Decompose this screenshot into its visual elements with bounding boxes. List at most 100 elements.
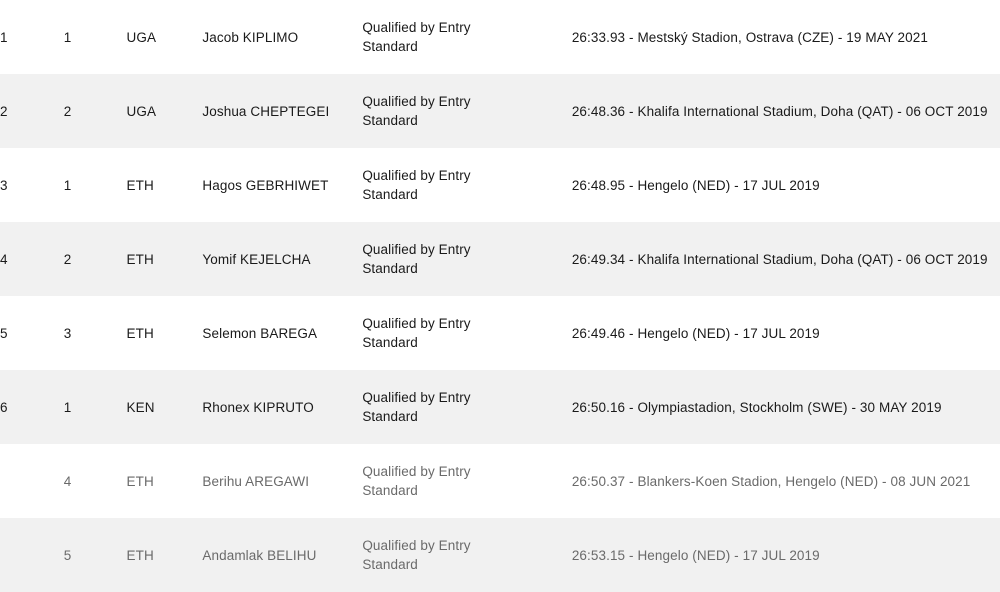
cell-performance: 26:50.16 - Olympiastadion, Stockholm (SW… [572, 370, 1000, 444]
cell-athlete-name-text: Rhonex KIPRUTO [202, 399, 314, 415]
cell-national-rank-text: 4 [63, 473, 72, 489]
cell-qualification-text: Qualified by Entry Standard [362, 316, 471, 350]
cell-place-text: 2 [0, 103, 8, 119]
table-row[interactable]: 5 ETH Andamlak BELIHU Qualified by Entry St… [0, 518, 1000, 592]
cell-performance-text: 26:49.34 - Khalifa International Stadium… [571, 251, 988, 267]
cell-performance-text: 26:48.95 - Hengelo (NED) - 17 JUL 2019 [571, 177, 820, 193]
cell-country: ETH [127, 444, 203, 518]
cell-place: 2 [0, 74, 64, 148]
table-row[interactable]: 6 1 KEN Rhonex KIPRUTO Qualified by Entry St… [0, 370, 1000, 444]
cell-country-text: KEN [126, 399, 155, 415]
cell-place: 4 [0, 222, 64, 296]
cell-athlete-name-text: Hagos GEBRHIWET [202, 177, 329, 193]
cell-national-rank: 4 [64, 444, 127, 518]
cell-performance: 26:49.34 - Khalifa International Stadium… [572, 222, 1000, 296]
cell-performance: 26:53.15 - Hengelo (NED) - 17 JUL 2019 [572, 518, 1000, 592]
cell-country: ETH [127, 148, 203, 222]
cell-athlete-name-text: Jacob KIPLIMO [202, 29, 299, 45]
cell-national-rank-text: 5 [63, 547, 72, 563]
cell-national-rank: 5 [64, 518, 127, 592]
cell-qualification: Qualified by Entry Standard [362, 0, 572, 74]
cell-athlete-name: Berihu AREGAWI [202, 444, 362, 518]
cell-country-text: ETH [126, 251, 154, 267]
cell-place-text: 1 [0, 29, 8, 45]
cell-qualification-text: Qualified by Entry Standard [362, 464, 471, 498]
cell-performance-text: 26:53.15 - Hengelo (NED) - 17 JUL 2019 [571, 547, 820, 563]
cell-place: 6 [0, 370, 64, 444]
cell-place-text: 5 [0, 325, 8, 341]
cell-national-rank-text: 2 [63, 103, 72, 119]
cell-national-rank: 1 [64, 370, 127, 444]
cell-performance: 26:48.95 - Hengelo (NED) - 17 JUL 2019 [572, 148, 1000, 222]
cell-country: ETH [127, 222, 203, 296]
cell-national-rank: 1 [64, 0, 127, 74]
cell-place-text: 4 [0, 251, 8, 267]
cell-qualification: Qualified by Entry Standard [362, 296, 572, 370]
cell-country-text: UGA [126, 103, 157, 119]
cell-performance-text: 26:50.16 - Olympiastadion, Stockholm (SW… [571, 399, 942, 415]
cell-place-text: 3 [0, 177, 8, 193]
qualification-start-list-table: 1 1 UGA Jacob KIPLIMO Qualified by Entry Sta… [0, 0, 1000, 592]
cell-country-text: UGA [126, 29, 157, 45]
cell-athlete-name-text: Joshua CHEPTEGEI [202, 103, 330, 119]
cell-qualification-text: Qualified by Entry Standard [362, 390, 471, 424]
table-row[interactable]: 2 2 UGA Joshua CHEPTEGEI Qualified by Entry … [0, 74, 1000, 148]
cell-qualification-text: Qualified by Entry Standard [362, 242, 471, 276]
cell-performance: 26:33.93 - Mestský Stadion, Ostrava (CZE… [572, 0, 1000, 74]
cell-qualification-text: Qualified by Entry Standard [362, 20, 471, 54]
cell-performance: 26:48.36 - Khalifa International Stadium… [572, 74, 1000, 148]
cell-national-rank: 2 [64, 222, 127, 296]
cell-national-rank-text: 3 [63, 325, 72, 341]
cell-athlete-name: Hagos GEBRHIWET [202, 148, 362, 222]
table-row[interactable]: 4 2 ETH Yomif KEJELCHA Qualified by Entry St… [0, 222, 1000, 296]
table-row[interactable]: 3 1 ETH Hagos GEBRHIWET Qualified by Entry S… [0, 148, 1000, 222]
cell-national-rank-text: 2 [63, 251, 72, 267]
cell-national-rank: 3 [64, 296, 127, 370]
table-row[interactable]: 1 1 UGA Jacob KIPLIMO Qualified by Entry Sta… [0, 0, 1000, 74]
cell-country: UGA [127, 0, 203, 74]
cell-national-rank-text: 1 [63, 177, 72, 193]
cell-athlete-name: Rhonex KIPRUTO [202, 370, 362, 444]
cell-qualification: Qualified by Entry Standard [362, 518, 572, 592]
cell-place [0, 444, 64, 518]
cell-performance-text: 26:48.36 - Khalifa International Stadium… [571, 103, 988, 119]
cell-athlete-name: Selemon BAREGA [202, 296, 362, 370]
cell-place: 5 [0, 296, 64, 370]
cell-performance-text: 26:49.46 - Hengelo (NED) - 17 JUL 2019 [571, 325, 820, 341]
table-body: 1 1 UGA Jacob KIPLIMO Qualified by Entry Sta… [0, 0, 1000, 592]
cell-athlete-name-text: Yomif KEJELCHA [202, 251, 311, 267]
cell-athlete-name: Andamlak BELIHU [202, 518, 362, 592]
cell-performance-text: 26:33.93 - Mestský Stadion, Ostrava (CZE… [571, 29, 928, 45]
cell-country-text: ETH [126, 473, 154, 489]
cell-performance-text: 26:50.37 - Blankers-Koen Stadion, Hengel… [571, 473, 971, 489]
cell-country-text: ETH [126, 177, 154, 193]
cell-country-text: ETH [126, 547, 154, 563]
cell-national-rank: 2 [64, 74, 127, 148]
cell-place [0, 518, 64, 592]
cell-athlete-name-text: Selemon BAREGA [202, 325, 318, 341]
cell-place: 3 [0, 148, 64, 222]
cell-qualification: Qualified by Entry Standard [362, 222, 572, 296]
cell-place: 1 [0, 0, 64, 74]
cell-country: UGA [127, 74, 203, 148]
cell-national-rank: 1 [64, 148, 127, 222]
cell-qualification-text: Qualified by Entry Standard [362, 168, 471, 202]
table-row[interactable]: 5 3 ETH Selemon BAREGA Qualified by Entry St… [0, 296, 1000, 370]
table-row[interactable]: 4 ETH Berihu AREGAWI Qualified by Entry Sta… [0, 444, 1000, 518]
cell-country: ETH [127, 296, 203, 370]
cell-qualification-text: Qualified by Entry Standard [362, 94, 471, 128]
cell-country: KEN [127, 370, 203, 444]
cell-performance: 26:50.37 - Blankers-Koen Stadion, Hengel… [572, 444, 1000, 518]
cell-performance: 26:49.46 - Hengelo (NED) - 17 JUL 2019 [572, 296, 1000, 370]
cell-qualification-text: Qualified by Entry Standard [362, 538, 471, 572]
cell-qualification: Qualified by Entry Standard [362, 444, 572, 518]
cell-athlete-name-text: Berihu AREGAWI [202, 473, 310, 489]
cell-athlete-name: Joshua CHEPTEGEI [202, 74, 362, 148]
cell-qualification: Qualified by Entry Standard [362, 74, 572, 148]
cell-place-text: 6 [0, 399, 8, 415]
cell-national-rank-text: 1 [63, 29, 72, 45]
cell-athlete-name: Jacob KIPLIMO [202, 0, 362, 74]
cell-athlete-name: Yomif KEJELCHA [202, 222, 362, 296]
cell-country-text: ETH [126, 325, 154, 341]
cell-qualification: Qualified by Entry Standard [362, 370, 572, 444]
